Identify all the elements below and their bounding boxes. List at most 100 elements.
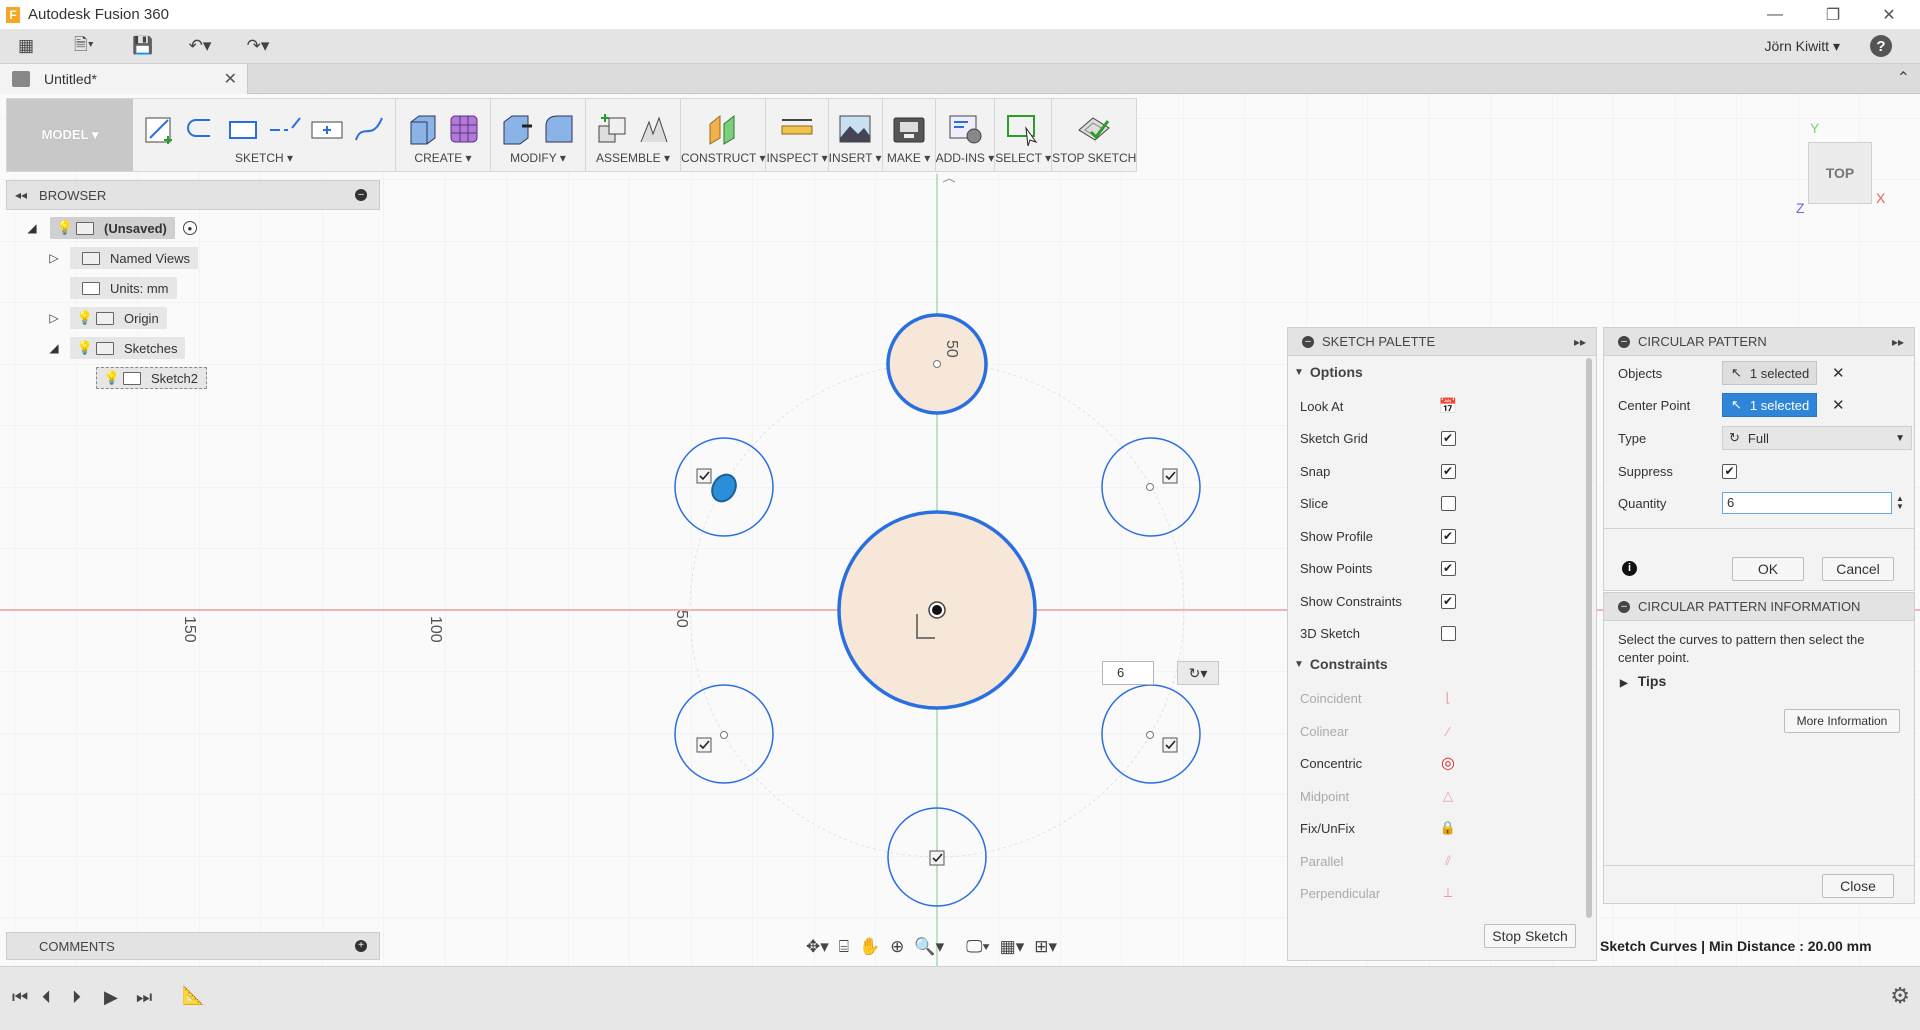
step-back-icon[interactable]: ⏴ [42, 987, 51, 1008]
type-dropdown[interactable]: ↻ Full ▼ [1722, 426, 1912, 450]
construction-line-icon[interactable] [267, 111, 303, 147]
expand-arrow-icon[interactable]: ▷ [46, 311, 62, 325]
tree-item-sketches[interactable]: ◢ 💡 Sketches [46, 336, 186, 360]
pattern-direction-dropdown[interactable]: ↻▾ [1177, 661, 1219, 685]
assemble-menu[interactable]: ASSEMBLE ▾ [596, 151, 670, 165]
circular-pattern-header[interactable]: – CIRCULAR PATTERN ▸▸ [1604, 328, 1914, 356]
measure-icon[interactable] [779, 111, 815, 147]
redo-icon[interactable]: ↷▾ [236, 33, 280, 59]
grid-settings-icon[interactable]: ▦▾ [1000, 937, 1025, 957]
go-to-start-icon[interactable]: ⏮ [12, 987, 28, 1008]
zoom-window-icon[interactable]: 🔍▾ [914, 937, 944, 957]
fillet-icon[interactable] [541, 111, 577, 147]
add-comment-icon[interactable]: + [355, 940, 367, 952]
show-points-checkbox[interactable]: ✔ [1440, 560, 1456, 576]
modify-menu[interactable]: MODIFY ▾ [510, 151, 566, 165]
dialog-minimize-icon[interactable]: – [1618, 335, 1630, 348]
inspect-menu[interactable]: INSPECT ▾ [766, 151, 827, 165]
help-icon[interactable]: ? [1870, 35, 1892, 57]
pattern-info-header[interactable]: – CIRCULAR PATTERN INFORMATION [1604, 593, 1914, 621]
expand-arrow-icon[interactable]: ▷ [46, 251, 62, 265]
timeline-sketch-feature-icon[interactable]: 📐 [182, 985, 204, 1006]
cancel-button[interactable]: Cancel [1822, 557, 1894, 581]
clear-center-point-icon[interactable]: ✕ [1832, 396, 1845, 414]
tree-item-units[interactable]: Units: mm [70, 276, 177, 300]
clear-objects-icon[interactable]: ✕ [1832, 364, 1845, 382]
comments-panel-header[interactable]: COMMENTS + [6, 932, 380, 960]
sketch-menu[interactable]: SKETCH ▾ [235, 151, 293, 165]
make-menu[interactable]: MAKE ▾ [887, 151, 930, 165]
slice-checkbox[interactable] [1440, 495, 1456, 511]
dialog-expand-icon[interactable]: ▸▸ [1892, 335, 1904, 349]
document-tab[interactable]: Untitled* ✕ [0, 64, 248, 94]
insert-image-icon[interactable] [837, 111, 873, 147]
sketch-palette-header[interactable]: – SKETCH PALETTE ▸▸ [1288, 328, 1596, 356]
more-information-button[interactable]: More Information [1784, 709, 1900, 733]
insert-menu[interactable]: INSERT ▾ [829, 151, 882, 165]
show-profile-checkbox[interactable]: ✔ [1440, 528, 1456, 544]
lightbulb-icon[interactable]: 💡 [57, 220, 73, 236]
rectangle-icon[interactable] [225, 111, 261, 147]
info-icon[interactable]: i [1622, 561, 1637, 576]
constraint-coincident[interactable]: Coincident ⌊ [1300, 686, 1570, 710]
browser-minimize-icon[interactable]: – [355, 189, 367, 201]
restore-icon[interactable]: ❐ [1810, 0, 1856, 29]
lightbulb-icon[interactable]: 💡 [77, 340, 93, 356]
close-tab-icon[interactable]: ✕ [224, 69, 237, 89]
tree-item-root[interactable]: ◢ 💡 (Unsaved) ● [24, 216, 197, 240]
go-to-end-icon[interactable]: ⏭ [136, 987, 152, 1008]
add-ins-menu[interactable]: ADD-INS ▾ [936, 151, 995, 165]
form-icon[interactable] [446, 111, 482, 147]
look-at-icon[interactable]: 📅 [1439, 398, 1458, 415]
create-sketch-icon[interactable] [141, 111, 177, 147]
collapse-arrow-icon[interactable]: ◢ [46, 341, 62, 355]
workspace-switcher[interactable]: MODEL ▾ [7, 99, 133, 171]
line-icon[interactable] [183, 111, 219, 147]
3d-print-icon[interactable] [891, 111, 927, 147]
suppress-checkbox[interactable]: ✔ [1722, 463, 1737, 479]
minimize-icon[interactable]: — [1752, 0, 1798, 29]
display-settings-icon[interactable]: 🖵▾ [966, 937, 990, 957]
tree-item-origin[interactable]: ▷ 💡 Origin [46, 306, 167, 330]
3d-sketch-checkbox[interactable] [1440, 625, 1456, 641]
tips-expander[interactable]: ▶ Tips [1620, 673, 1666, 689]
undo-icon[interactable]: ↶▾ [178, 33, 222, 59]
show-constraints-checkbox[interactable]: ✔ [1440, 593, 1456, 609]
quantity-stepper[interactable]: ▲ ▼ [1896, 495, 1904, 511]
zoom-icon[interactable]: ⊕ [890, 937, 904, 957]
select-menu[interactable]: SELECT ▾ [995, 151, 1051, 165]
collapse-arrow-icon[interactable]: ◢ [24, 221, 40, 235]
view-cube[interactable]: TOP [1808, 142, 1872, 204]
objects-selection-button[interactable]: ↖ 1 selected [1722, 361, 1817, 385]
gear-icon[interactable]: ⚙ [1890, 983, 1910, 1009]
press-pull-icon[interactable] [499, 111, 535, 147]
file-menu-icon[interactable]: 🗎▾ [62, 33, 106, 59]
constraint-colinear[interactable]: Colinear ⁄ [1300, 719, 1570, 743]
app-grid-icon[interactable]: ▦ [10, 33, 42, 59]
center-point-selection-button[interactable]: ↖ 1 selected [1722, 393, 1817, 417]
sketch-grid-checkbox[interactable]: ✔ [1440, 430, 1456, 446]
constraint-fix-unfix[interactable]: Fix/UnFix 🔒 [1300, 816, 1570, 840]
close-button[interactable]: Close [1822, 874, 1894, 898]
save-icon[interactable]: 💾 [128, 33, 158, 59]
create-menu[interactable]: CREATE ▾ [414, 151, 471, 165]
snap-checkbox[interactable]: ✔ [1440, 463, 1456, 479]
user-menu[interactable]: Jörn Kiwitt ▾ [1765, 38, 1841, 55]
constraint-midpoint[interactable]: Midpoint △ [1300, 784, 1570, 808]
browser-collapse-icon[interactable]: ◂◂ [15, 188, 27, 202]
options-section-header[interactable]: ▼ Options [1294, 364, 1363, 380]
play-icon[interactable]: ▶ [104, 987, 118, 1008]
offset-plane-icon[interactable] [705, 111, 741, 147]
constraint-parallel[interactable]: Parallel ⫽ [1300, 849, 1570, 873]
scripts-icon[interactable] [947, 111, 983, 147]
quantity-mini-input[interactable]: 6 [1102, 661, 1154, 685]
ok-button[interactable]: OK [1732, 557, 1804, 581]
point-icon[interactable] [309, 111, 345, 147]
orbit-icon[interactable]: ✥▾ [806, 937, 829, 957]
constraint-perpendicular[interactable]: Perpendicular ⟂ [1300, 881, 1570, 905]
lightbulb-icon[interactable]: 💡 [104, 370, 120, 386]
new-component-icon[interactable] [594, 111, 630, 147]
palette-scrollbar[interactable] [1586, 358, 1592, 918]
lightbulb-off-icon[interactable]: 💡 [77, 310, 93, 326]
play-back-icon[interactable]: ⏵ [72, 987, 81, 1008]
